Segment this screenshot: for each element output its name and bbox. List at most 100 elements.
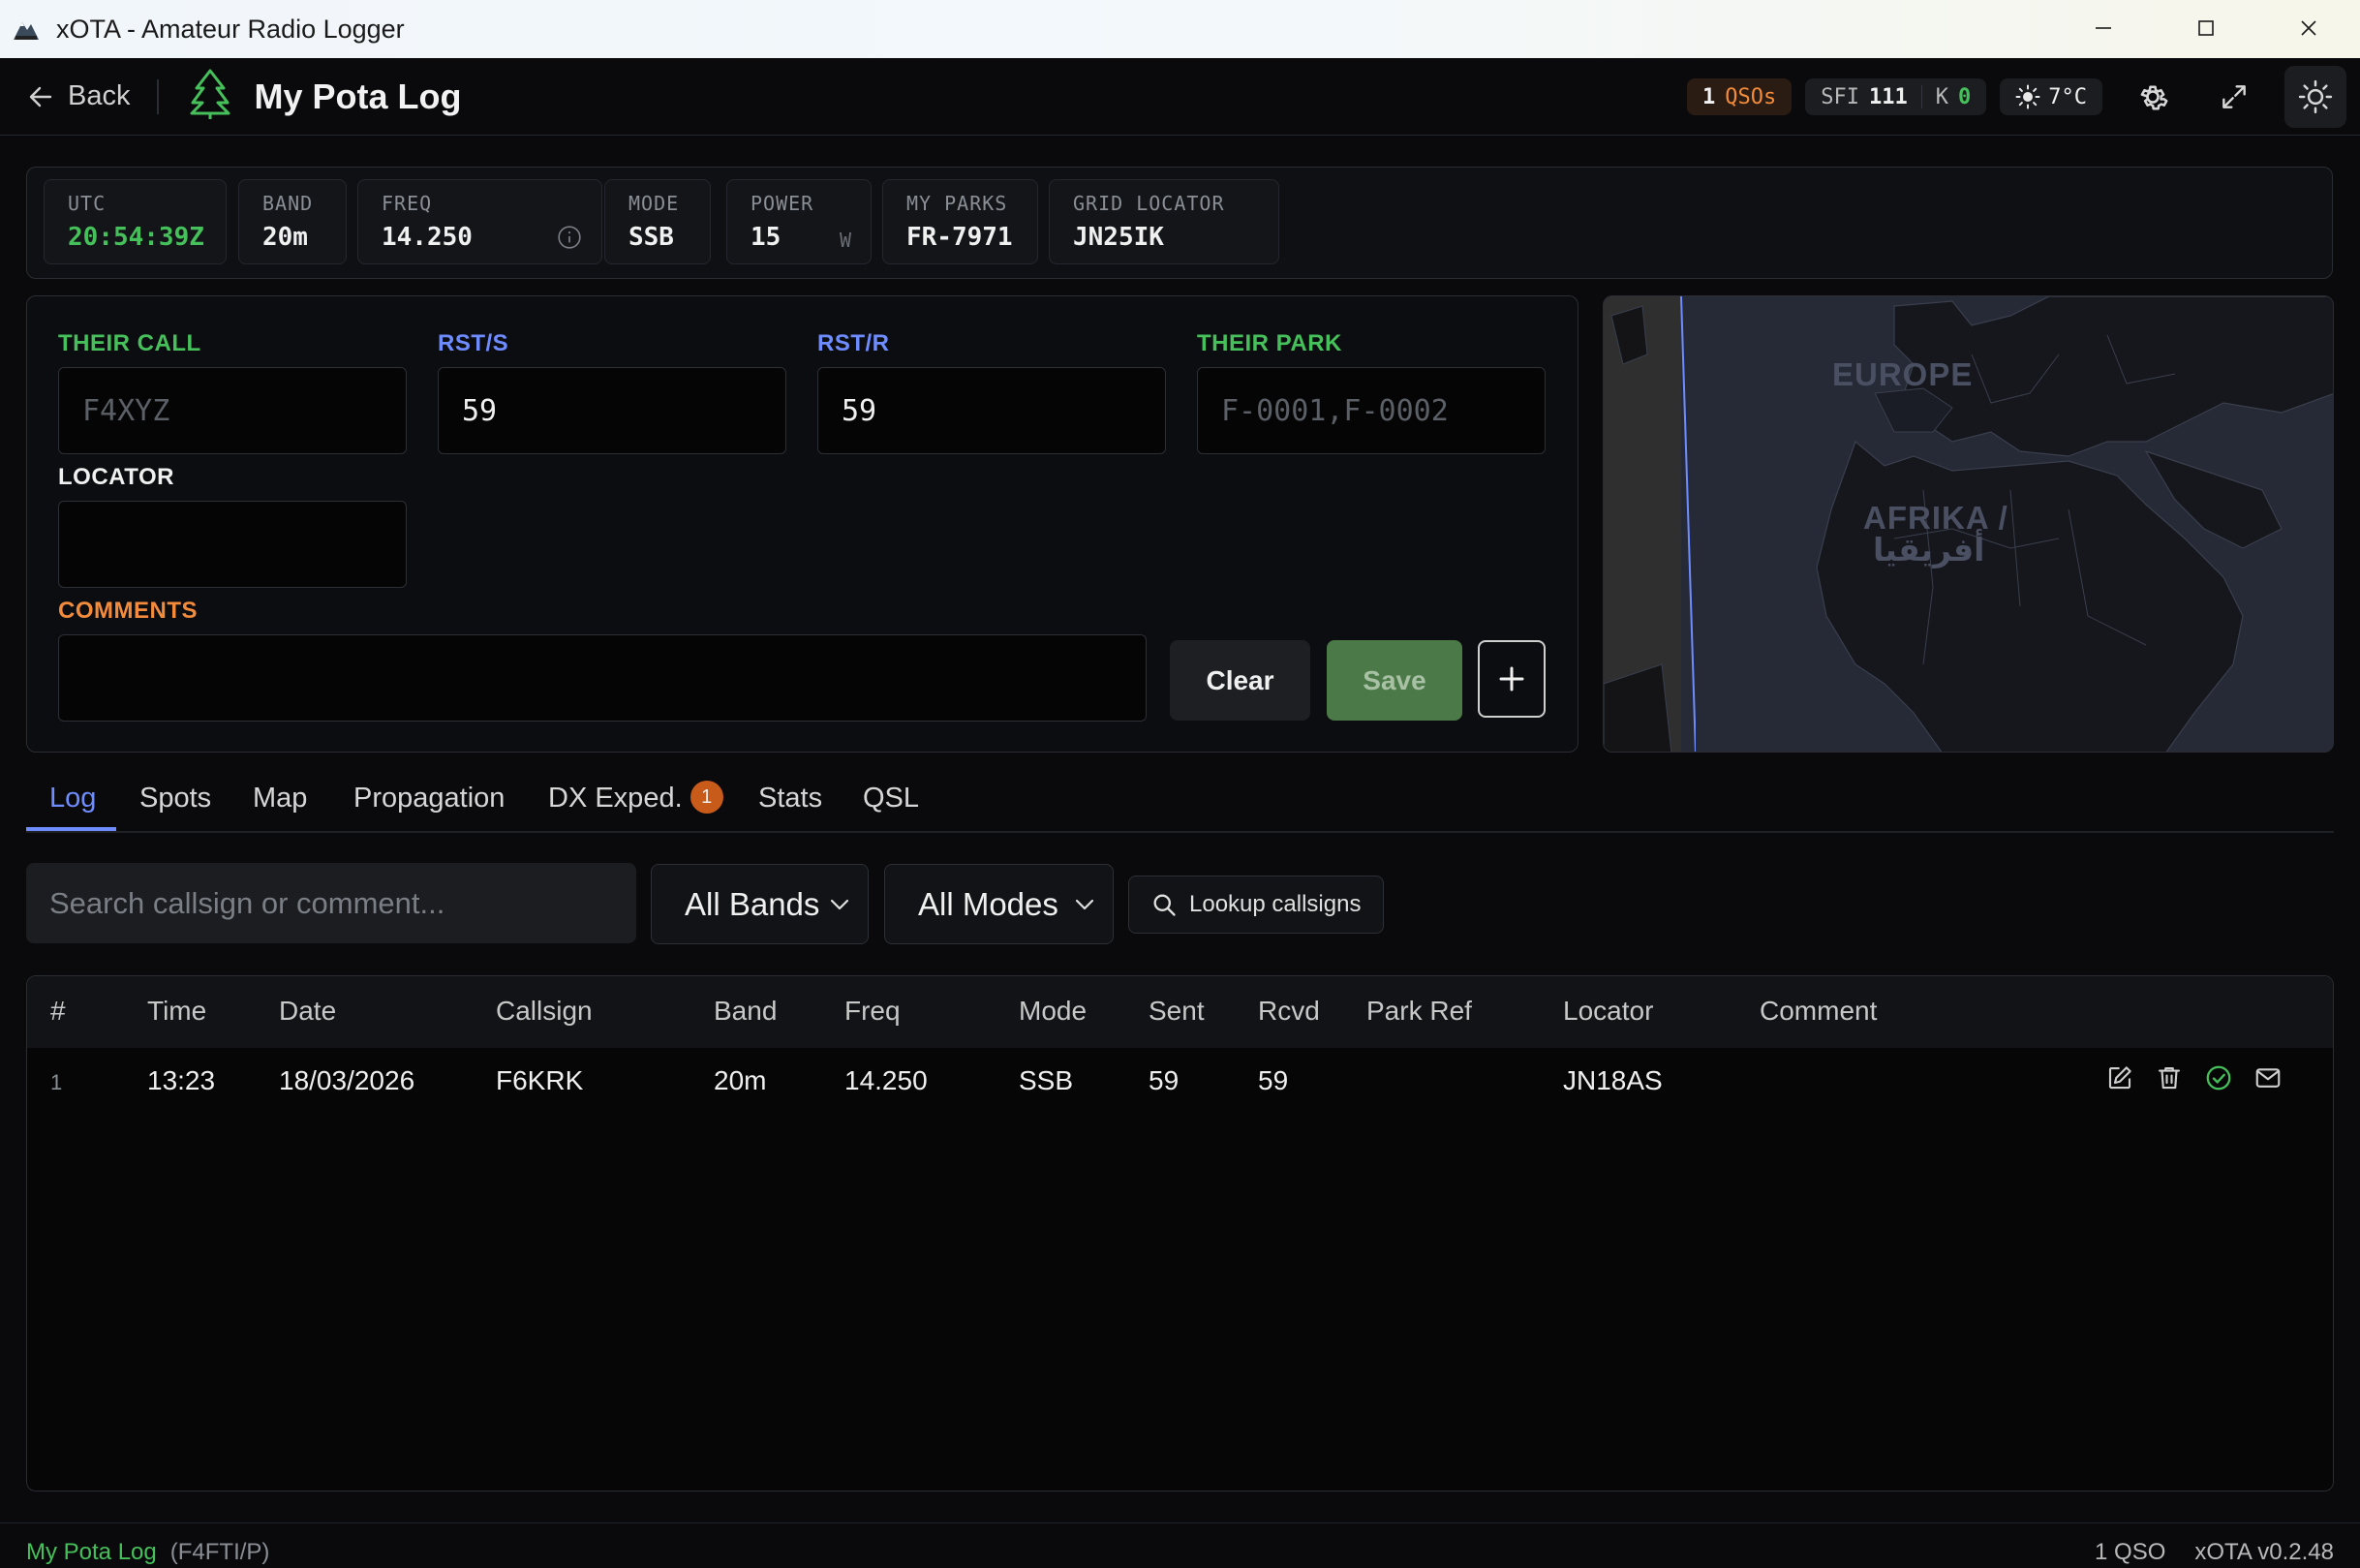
tab-log[interactable]: Log [49,783,96,815]
search-input[interactable]: Search callsign or comment... [26,863,636,943]
power-value: 15 [751,223,782,252]
mini-map[interactable]: EUROPE AFRIKA / أفريقيا [1603,295,2334,753]
mode-filter-select[interactable]: All Modes [884,864,1114,944]
their-call-label: THEIR CALL [58,330,201,356]
tree-icon [188,68,232,125]
status-footer: My Pota Log (F4FTI/P) 1 QSO xOTA v0.2.48 [0,1522,2360,1568]
qso-count-value: 1 [1702,84,1716,109]
cell-band: 20m [714,1065,767,1095]
send-qsl-button[interactable] [2243,1063,2292,1092]
comments-input[interactable] [58,634,1147,722]
search-icon [1153,894,1176,916]
mode-filter-value: All Modes [918,885,1058,922]
col-locator[interactable]: Locator [1563,996,1653,1027]
close-icon [2301,20,2316,36]
tab-stats[interactable]: Stats [758,783,822,815]
sun-theme-icon [2298,79,2333,114]
tab-qsl[interactable]: QSL [863,783,919,815]
window-titlebar: xOTA - Amateur Radio Logger [0,0,2360,58]
chevron-down-icon [830,899,849,909]
band-cell[interactable]: BAND 20m [238,179,347,264]
sun-icon [2015,84,2040,109]
settings-button[interactable] [2122,66,2184,128]
clear-button[interactable]: Clear [1170,640,1310,721]
their-park-input[interactable]: F-0001,F-0002 [1197,367,1546,454]
freq-value: 14.250 [382,223,473,252]
qso-entry-form: THEIR CALL F4XYZ RST/S 59 RST/R 59 THEIR… [26,295,1578,753]
col-park-ref[interactable]: Park Ref [1366,996,1472,1027]
save-button[interactable]: Save [1327,640,1462,721]
tab-dx-exped[interactable]: DX Exped. 1 [548,781,723,815]
gear-icon [2140,85,2168,110]
col-time[interactable]: Time [147,996,206,1027]
window-title: xOTA - Amateur Radio Logger [56,14,405,44]
locator-input[interactable] [58,501,407,588]
lookup-label: Lookup callsigns [1189,891,1362,917]
confirm-qso-button[interactable] [2193,1063,2243,1092]
back-button[interactable]: Back [27,80,130,112]
col-comment[interactable]: Comment [1760,996,1877,1027]
dx-exped-count-badge: 1 [690,781,723,814]
power-cell[interactable]: POWER 15 W [726,179,872,264]
col-sent[interactable]: Sent [1149,996,1205,1027]
tab-dx-exped-label: DX Exped. [548,783,683,814]
edit-button[interactable] [2095,1063,2144,1092]
band-value: 20m [262,223,308,252]
footer-version: xOTA v0.2.48 [2194,1539,2334,1565]
col-date[interactable]: Date [279,996,336,1027]
view-tabs: Log Spots Map Propagation DX Exped. 1 Sta… [26,775,2334,833]
lookup-callsigns-button[interactable]: Lookup callsigns [1128,876,1384,934]
fullscreen-button[interactable] [2203,66,2265,128]
rst-rcvd-input[interactable]: 59 [817,367,1166,454]
utc-label: UTC [68,192,107,215]
col-rcvd[interactable]: Rcvd [1258,996,1320,1027]
edit-icon [2108,1066,2131,1090]
utc-value: 20:54:39Z [68,223,204,252]
footer-qso-total: 1 QSO [2095,1539,2166,1565]
log-title: My Pota Log [254,76,462,116]
tab-map[interactable]: Map [253,783,307,815]
locator-label: LOCATOR [58,464,174,490]
add-button[interactable] [1478,640,1546,718]
close-button[interactable] [2257,0,2360,56]
k-value: 0 [1958,84,1972,109]
app-header: Back My Pota Log 1 QSOs SFI 111 K 0 7°C [0,58,2360,136]
col-freq[interactable]: Freq [844,996,901,1027]
power-label: POWER [751,192,814,215]
freq-cell[interactable]: FREQ 14.250 [357,179,602,264]
cell-freq: 14.250 [844,1065,928,1095]
info-icon[interactable] [557,225,582,254]
parks-cell[interactable]: MY PARKS FR-7971 [882,179,1038,264]
cell-mode: SSB [1019,1065,1074,1095]
rst-sent-label: RST/S [438,330,509,356]
band-filter-select[interactable]: All Bands [651,864,869,944]
k-label: K [1935,84,1948,109]
col-mode[interactable]: Mode [1019,996,1087,1027]
freq-label: FREQ [382,192,433,215]
col-number[interactable]: # [50,996,66,1027]
plus-icon [1499,666,1524,692]
cell-sent: 59 [1149,1065,1180,1095]
arrow-left-icon [29,86,52,107]
rst-sent-input[interactable]: 59 [438,367,786,454]
delete-button[interactable] [2144,1063,2193,1092]
maximize-button[interactable] [2155,0,2257,56]
tab-spots[interactable]: Spots [139,783,211,815]
col-callsign[interactable]: Callsign [496,996,593,1027]
col-band[interactable]: Band [714,996,777,1027]
qso-log-table: # Time Date Callsign Band Freq Mode Sent… [26,975,2334,1491]
theme-toggle-button[interactable] [2284,66,2346,128]
cell-number: 1 [50,1070,63,1094]
footer-log-name: My Pota Log [26,1539,157,1565]
tab-propagation[interactable]: Propagation [353,783,505,815]
utc-cell: UTC 20:54:39Z [44,179,227,264]
mode-cell[interactable]: MODE SSB [604,179,711,264]
their-call-input[interactable]: F4XYZ [58,367,407,454]
back-label: Back [68,80,131,111]
app-logo-icon [10,13,43,46]
band-label: BAND [262,192,314,215]
cell-callsign: F6KRK [496,1065,584,1095]
minimize-button[interactable] [2052,0,2155,56]
grid-cell[interactable]: GRID LOCATOR JN25IK [1049,179,1279,264]
weather-badge: 7°C [2000,78,2102,115]
